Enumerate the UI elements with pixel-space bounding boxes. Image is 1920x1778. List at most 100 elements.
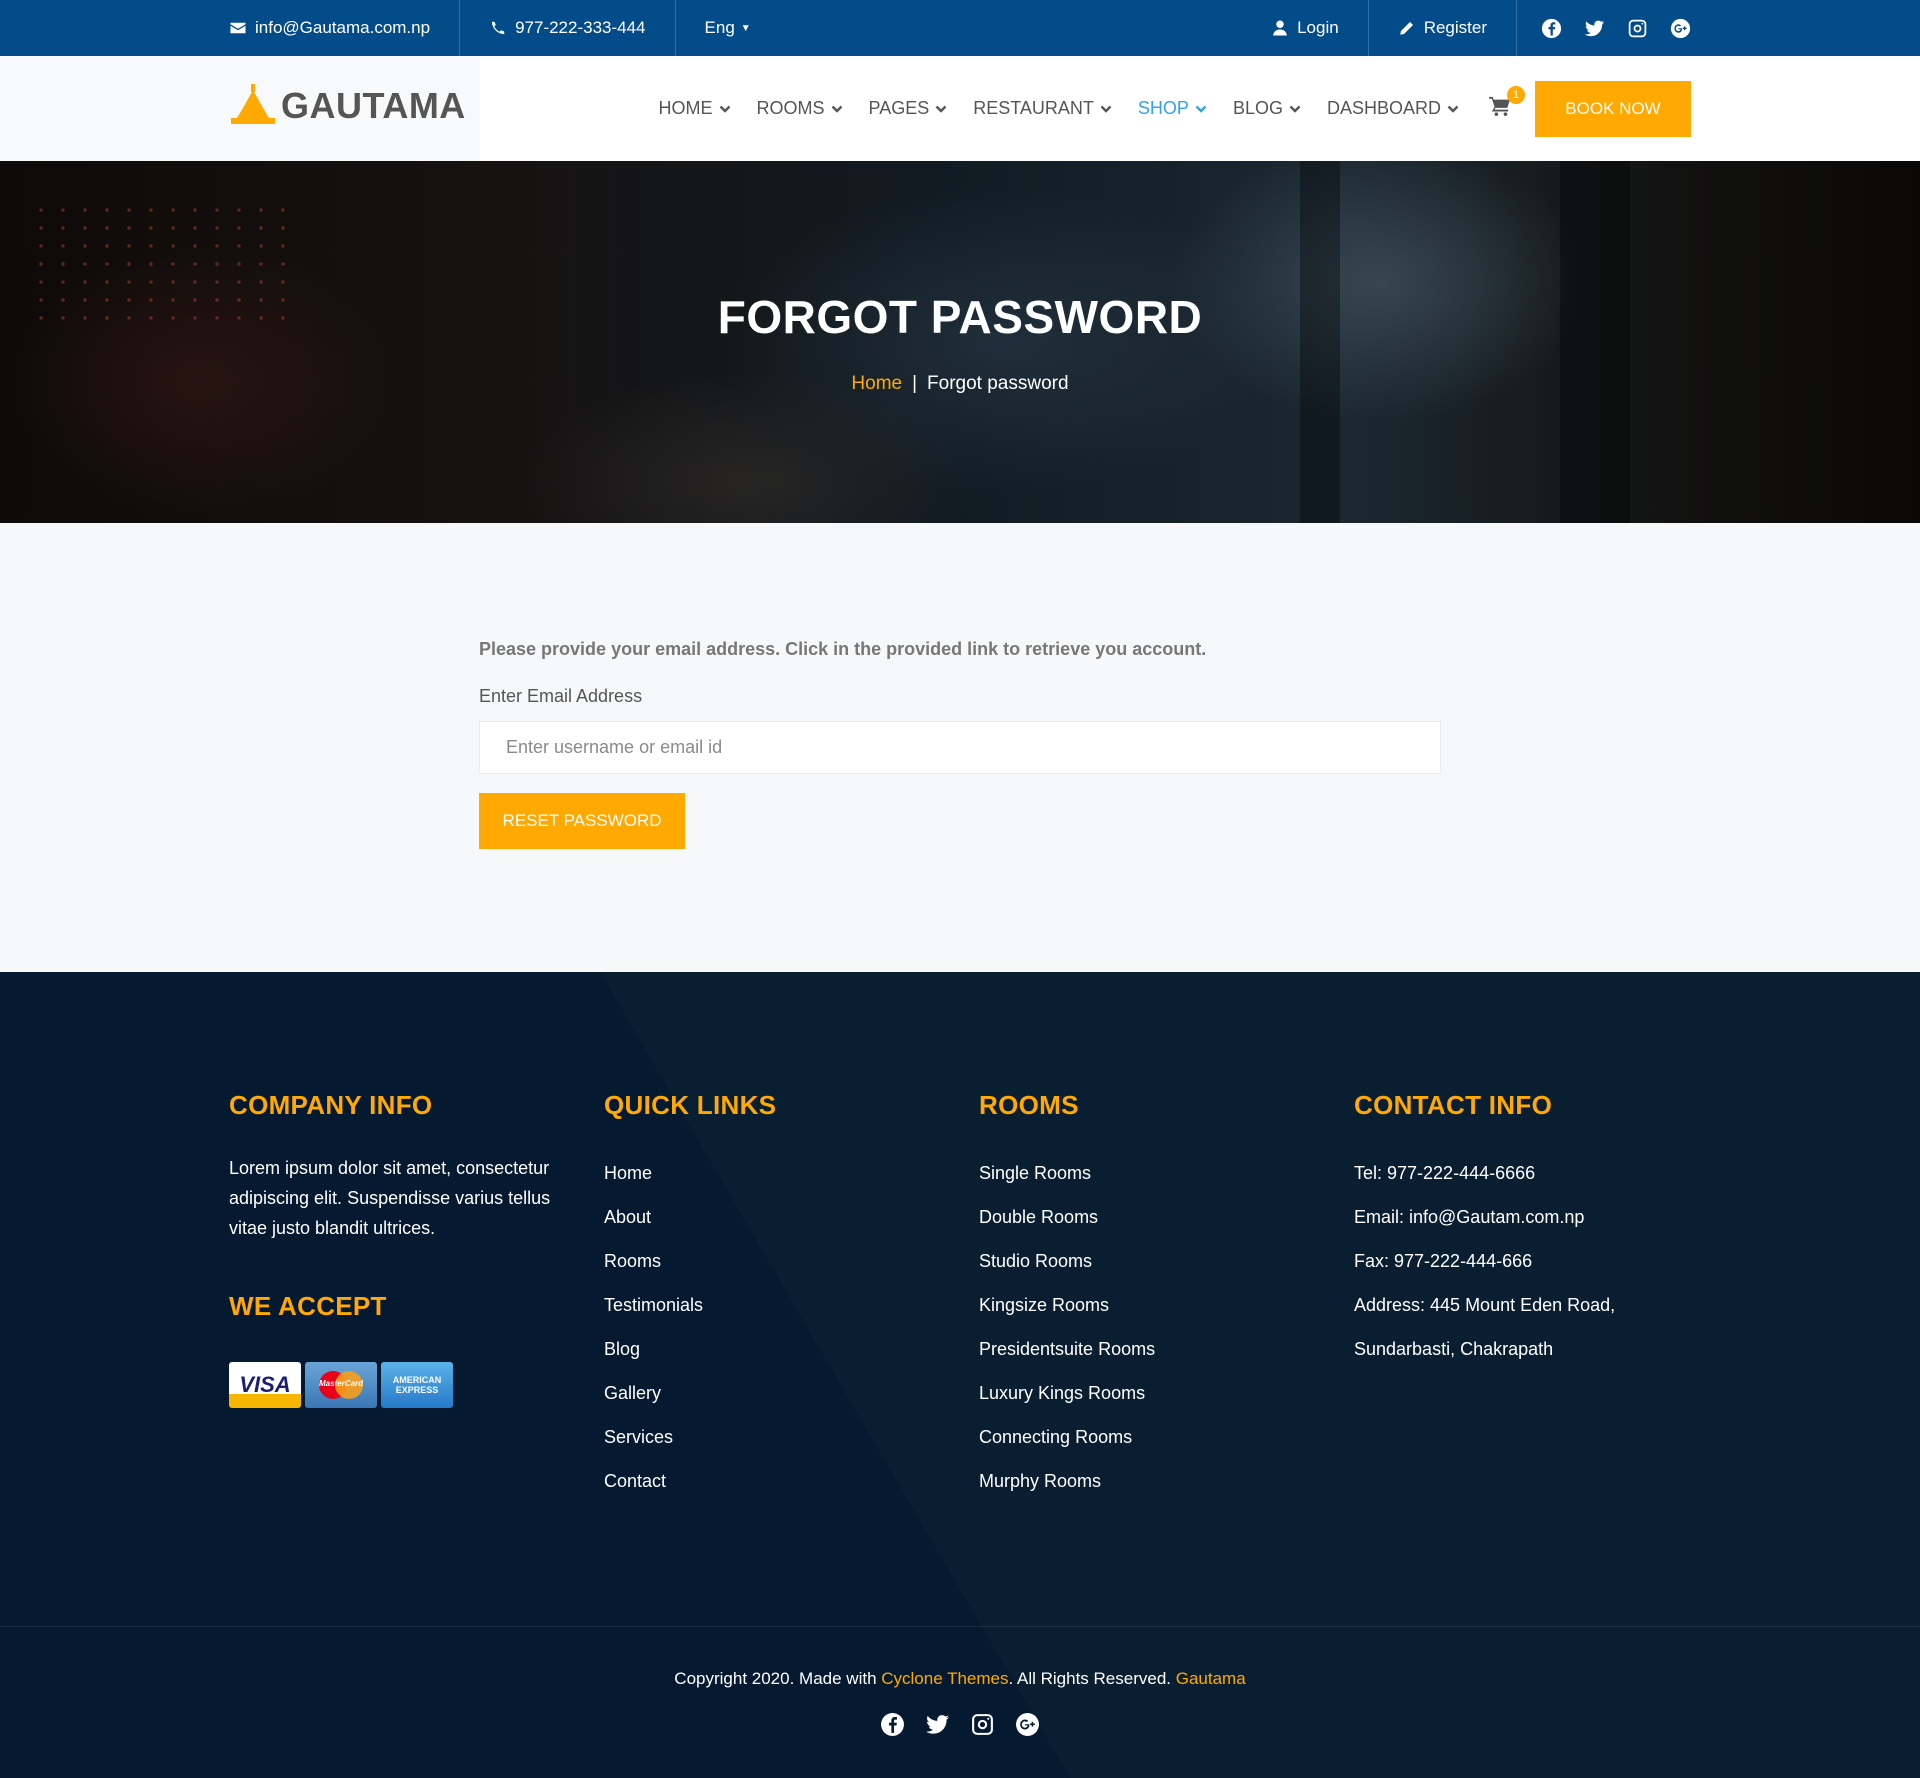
logo-text: GAUTAMA bbox=[281, 85, 466, 126]
contact-info-title: CONTACT INFO bbox=[1354, 1090, 1553, 1120]
contact-address-line1: Address: 445 Mount Eden Road, bbox=[1354, 1295, 1616, 1315]
room-link-item[interactable]: Luxury Kings Rooms bbox=[979, 1381, 1309, 1425]
contact-address-line2: Sundarbasti, Chakrapath bbox=[1354, 1339, 1554, 1359]
visa-label: VISA bbox=[239, 1372, 291, 1397]
quick-link-item[interactable]: About bbox=[604, 1205, 934, 1249]
nav-home[interactable]: HOME bbox=[659, 98, 731, 119]
breadcrumb-home-link[interactable]: Home bbox=[851, 373, 902, 394]
chevron-down-icon bbox=[935, 105, 947, 113]
mastercard-icon: MasterCard bbox=[305, 1362, 377, 1408]
page: info@Gautama.com.np 977-222-333-444 Eng … bbox=[0, 0, 1920, 1778]
register-link[interactable]: Register bbox=[1369, 0, 1517, 56]
breadcrumb-separator: | bbox=[912, 373, 918, 394]
instagram-icon[interactable] bbox=[1627, 18, 1648, 39]
caret-down-icon: ▼ bbox=[740, 22, 751, 34]
facebook-icon[interactable] bbox=[1541, 18, 1562, 39]
main-nav: HOME ROOMS PAGES RESTAURANT SHOP BLOG DA… bbox=[659, 56, 1691, 161]
quick-link-item[interactable]: Gallery bbox=[604, 1381, 934, 1425]
instagram-icon[interactable] bbox=[970, 1712, 995, 1737]
room-link-item[interactable]: Studio Rooms bbox=[979, 1249, 1309, 1293]
instruction-text: Please provide your email address. Click… bbox=[479, 639, 1207, 659]
email-label: Enter Email Address bbox=[479, 686, 643, 706]
chevron-down-icon bbox=[1289, 105, 1301, 113]
nav-dashboard[interactable]: DASHBOARD bbox=[1327, 98, 1459, 119]
room-link-item[interactable]: Kingsize Rooms bbox=[979, 1293, 1309, 1337]
book-now-button[interactable]: BOOK NOW bbox=[1535, 80, 1691, 137]
pencil-icon bbox=[1399, 22, 1413, 35]
language-select[interactable]: Eng ▼ bbox=[676, 0, 780, 56]
amex-card-icon: AMERICAN EXPRESS bbox=[381, 1362, 453, 1408]
twitter-icon[interactable] bbox=[925, 1712, 950, 1737]
nav-dashboard-label: DASHBOARD bbox=[1326, 98, 1441, 118]
footer: COMPANY INFO Lorem ipsum dolor sit amet,… bbox=[0, 972, 1920, 1778]
forgot-password-section: Please provide your email address. Click… bbox=[0, 523, 1920, 972]
cart-button[interactable]: 1 bbox=[1489, 86, 1525, 121]
room-link-item[interactable]: Double Rooms bbox=[979, 1205, 1309, 1249]
footer-company-info: COMPANY INFO Lorem ipsum dolor sit amet,… bbox=[229, 1090, 559, 1408]
room-link-item[interactable]: Connecting Rooms bbox=[979, 1425, 1309, 1469]
contact-email[interactable]: Email: info@Gautam.com.np bbox=[1354, 1205, 1684, 1249]
gautama-link[interactable]: Gautama bbox=[1176, 1669, 1246, 1688]
google-plus-icon[interactable] bbox=[1670, 18, 1691, 39]
cart-count-badge: 1 bbox=[1507, 86, 1525, 104]
phone-icon bbox=[492, 21, 505, 35]
breadcrumb-current: Forgot password bbox=[927, 373, 1069, 394]
quick-link-item[interactable]: Services bbox=[604, 1425, 934, 1469]
we-accept-title: WE ACCEPT bbox=[229, 1291, 387, 1321]
contact-list: Tel: 977-222-444-6666 Email: info@Gautam… bbox=[1354, 1161, 1684, 1381]
footer-divider bbox=[0, 1626, 1920, 1627]
main-header: GAUTAMA HOME ROOMS PAGES RESTAURANT SHOP… bbox=[0, 56, 1920, 161]
nav-rooms[interactable]: ROOMS bbox=[757, 98, 843, 119]
nav-rooms-label: ROOMS bbox=[756, 98, 825, 118]
quick-link-item[interactable]: Testimonials bbox=[604, 1293, 934, 1337]
nav-restaurant-label: RESTAURANT bbox=[973, 98, 1094, 118]
twitter-icon[interactable] bbox=[1584, 18, 1605, 39]
amex-label-2: EXPRESS bbox=[395, 1385, 439, 1395]
quick-link-item[interactable]: Rooms bbox=[604, 1249, 934, 1293]
google-plus-icon[interactable] bbox=[1015, 1712, 1040, 1737]
footer-social bbox=[0, 1712, 1920, 1737]
mastercard-label: MasterCard bbox=[319, 1379, 364, 1388]
nav-blog[interactable]: BLOG bbox=[1233, 98, 1301, 119]
nav-shop[interactable]: SHOP bbox=[1138, 98, 1207, 119]
topbar-email[interactable]: info@Gautama.com.np bbox=[229, 0, 461, 56]
company-info-text: Lorem ipsum dolor sit amet, consectetur … bbox=[229, 1158, 551, 1238]
language-label: Eng bbox=[704, 18, 735, 37]
nav-home-label: HOME bbox=[658, 98, 713, 118]
user-icon bbox=[1273, 20, 1287, 36]
nav-shop-label: SHOP bbox=[1137, 98, 1189, 118]
copyright-prefix: Copyright 2020. Made with bbox=[674, 1669, 882, 1688]
footer-rooms: ROOMS Single Rooms Double Rooms Studio R… bbox=[979, 1090, 1309, 1513]
nav-pages-label: PAGES bbox=[868, 98, 930, 118]
footer-quick-links: QUICK LINKS Home About Rooms Testimonial… bbox=[604, 1090, 934, 1513]
nav-blog-label: BLOG bbox=[1232, 98, 1283, 118]
topbar-phone[interactable]: 977-222-333-444 bbox=[460, 0, 676, 56]
cyclone-themes-link[interactable]: Cyclone Themes bbox=[881, 1669, 1008, 1688]
email-input[interactable] bbox=[479, 721, 1441, 774]
forgot-password-form: Please provide your email address. Click… bbox=[479, 639, 1441, 849]
room-link-item[interactable]: Single Rooms bbox=[979, 1161, 1309, 1205]
quick-link-item[interactable]: Blog bbox=[604, 1337, 934, 1381]
top-bar: info@Gautama.com.np 977-222-333-444 Eng … bbox=[0, 0, 1920, 56]
room-link-item[interactable]: Murphy Rooms bbox=[979, 1469, 1309, 1513]
nav-pages[interactable]: PAGES bbox=[869, 98, 948, 119]
logo[interactable]: GAUTAMA bbox=[229, 84, 466, 128]
page-title: FORGOT PASSWORD bbox=[717, 291, 1203, 343]
chevron-down-icon bbox=[719, 105, 730, 113]
chevron-down-icon bbox=[1195, 105, 1207, 113]
payment-cards: VISA MasterCard AMERICAN EXPRESS bbox=[229, 1362, 559, 1408]
breadcrumb: Home | Forgot password bbox=[0, 373, 1920, 395]
facebook-icon[interactable] bbox=[880, 1712, 905, 1737]
amex-label-1: AMERICAN bbox=[392, 1375, 442, 1385]
room-link-item[interactable]: Presidentsuite Rooms bbox=[979, 1337, 1309, 1381]
login-label: Login bbox=[1297, 18, 1339, 37]
contact-fax: Fax: 977-222-444-666 bbox=[1354, 1251, 1533, 1271]
topbar-phone-text: 977-222-333-444 bbox=[515, 18, 646, 37]
quick-links-title: QUICK LINKS bbox=[604, 1090, 777, 1120]
quick-link-item[interactable]: Contact bbox=[604, 1469, 934, 1513]
topbar-email-text: info@Gautama.com.np bbox=[255, 18, 431, 37]
quick-link-item[interactable]: Home bbox=[604, 1161, 934, 1205]
login-link[interactable]: Login bbox=[1271, 0, 1369, 56]
nav-restaurant[interactable]: RESTAURANT bbox=[973, 98, 1112, 119]
reset-password-button[interactable]: RESET PASSWORD bbox=[479, 793, 685, 849]
